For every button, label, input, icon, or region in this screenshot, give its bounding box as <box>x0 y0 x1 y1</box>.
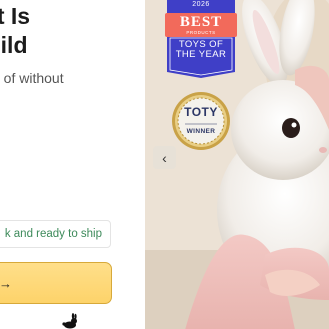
stock-status-box: k and ready to ship <box>0 220 111 248</box>
badge-award-line-2: THE YEAR <box>175 49 227 60</box>
bunny-icon <box>62 313 77 329</box>
product-info-panel: hat Is Child g of without k and ready to… <box>0 0 145 329</box>
badge-award-text: TOYS OF THE YEAR <box>167 40 235 60</box>
product-photo: 2026 BEST PRODUCTS TOYS OF THE YEAR TOTY… <box>145 0 329 329</box>
product-headline: hat Is Child <box>0 2 145 60</box>
arrow-right-icon: → <box>0 275 12 291</box>
product-subtext: g of without <box>0 70 64 86</box>
headline-line-1: hat Is <box>0 3 31 29</box>
toty-medal-shape <box>172 92 230 150</box>
toty-winner-label: WINNER <box>186 128 216 135</box>
badge-best-subtitle: PRODUCTS <box>186 30 216 35</box>
badge-year: 2026 <box>192 1 210 8</box>
stock-status-text: k and ready to ship <box>4 228 102 240</box>
carousel-prev-button[interactable]: ‹ <box>153 146 176 169</box>
badge-best-title: BEST <box>179 14 223 30</box>
chevron-left-icon: ‹ <box>162 149 167 166</box>
badge-best-banner: BEST PRODUCTS <box>165 13 237 37</box>
add-to-cart-button[interactable]: → <box>0 262 112 304</box>
toty-logo: TOTY <box>184 105 218 119</box>
toty-winner-badge: TOTY WINNER <box>171 91 231 151</box>
best-products-badge: 2026 BEST PRODUCTS TOYS OF THE YEAR <box>165 0 237 78</box>
headline-line-2: Child <box>0 32 28 58</box>
